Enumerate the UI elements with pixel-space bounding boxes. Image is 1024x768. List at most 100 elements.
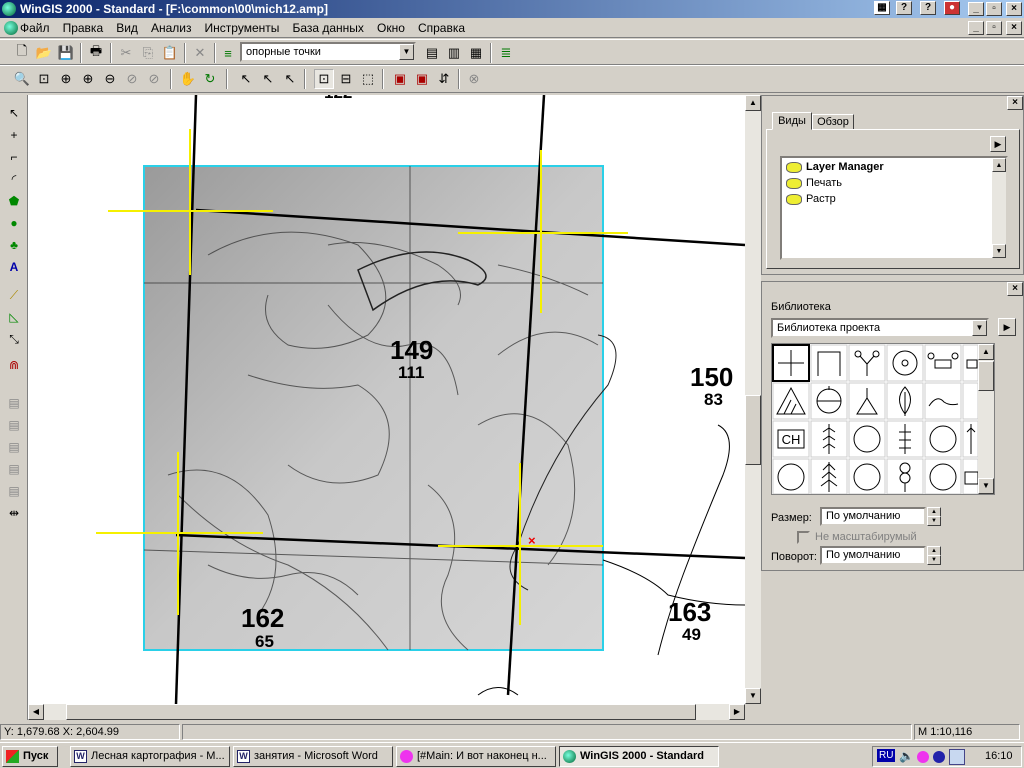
rotation-spinner[interactable]: ▲ ▼ <box>927 546 941 565</box>
taskbar-item[interactable]: W занятия - Microsoft Word <box>233 746 393 767</box>
scroll-up-icon[interactable]: ▲ <box>978 344 994 360</box>
cut-icon[interactable]: ✂ <box>116 43 136 63</box>
print-icon[interactable]: 🖶 <box>86 43 106 63</box>
hscroll-thumb[interactable] <box>66 704 696 720</box>
new-icon[interactable]: 🗋 <box>12 43 32 63</box>
zoom-all-icon[interactable]: ⊕ <box>56 69 76 89</box>
zoom-prev-icon[interactable]: ⊘ <box>122 69 142 89</box>
help-icon[interactable]: ? <box>896 1 912 15</box>
pan-hand-icon[interactable]: ✋ <box>178 69 198 89</box>
rotation-input[interactable]: По умолчанию <box>820 546 926 565</box>
views-item[interactable]: Layer Manager <box>784 160 884 175</box>
close-button[interactable]: × <box>1006 2 1022 16</box>
tool-red1-icon[interactable]: ▣ <box>390 69 410 89</box>
split-icon[interactable]: ⇹ <box>4 503 24 523</box>
measure-icon[interactable]: ⟋ <box>4 285 24 305</box>
keyboard-tray-icon[interactable] <box>949 749 965 765</box>
menu-edit[interactable]: Правка <box>58 18 109 38</box>
layer-list-icon[interactable]: ▦ <box>466 43 486 63</box>
refresh-icon[interactable]: ↻ <box>200 69 220 89</box>
views-scrollbar[interactable]: ▲ ▼ <box>992 158 1006 258</box>
doc-close-button[interactable]: × <box>1006 21 1022 35</box>
views-close-button[interactable]: × <box>1007 96 1023 110</box>
zoom-out-icon[interactable]: ⊖ <box>100 69 120 89</box>
magnet-icon[interactable]: ⋒ <box>4 355 24 375</box>
library-close-button[interactable]: × <box>1007 282 1023 296</box>
scroll-down-icon[interactable]: ▼ <box>992 244 1006 258</box>
delete-icon[interactable]: ✕ <box>190 43 210 63</box>
library-scroll-thumb[interactable] <box>978 361 994 391</box>
snap-line-icon[interactable]: ⊟ <box>336 69 356 89</box>
paste-icon[interactable]: 📋 <box>160 43 180 63</box>
views-item[interactable]: Печать <box>784 176 842 191</box>
scroll-left-icon[interactable]: ◀ <box>28 704 44 720</box>
zoom-in-icon[interactable]: ⊕ <box>78 69 98 89</box>
menu-tools[interactable]: Инструменты <box>200 18 285 38</box>
save-icon[interactable]: 💾 <box>56 43 76 63</box>
taskbar-item[interactable]: [#Main: И вот наконец н... <box>396 746 556 767</box>
pin-icon[interactable]: ▦ <box>874 1 890 15</box>
layer-select-icon[interactable]: ▥ <box>444 43 464 63</box>
speaker-icon[interactable]: 🔈 <box>899 749 914 763</box>
menu-analysis[interactable]: Анализ <box>146 18 197 38</box>
layer-combo[interactable]: опорные точки ▼ <box>240 42 416 62</box>
size-input[interactable]: По умолчанию <box>820 507 926 526</box>
library-menu-arrow-icon[interactable]: ▶ <box>998 318 1016 336</box>
edit4-icon[interactable]: ▤ <box>4 459 24 479</box>
help2-icon[interactable]: ? <box>920 1 936 15</box>
views-item[interactable]: Растр <box>784 192 836 207</box>
map-canvas[interactable]: × 122 149 111 150 83 162 65 163 49 <box>28 95 745 704</box>
snap-area-icon[interactable]: ⬚ <box>358 69 378 89</box>
library-scrollbar[interactable]: ▲ ▼ <box>978 344 994 494</box>
edit3-icon[interactable]: ▤ <box>4 437 24 457</box>
scroll-up-icon[interactable]: ▲ <box>992 158 1006 172</box>
language-indicator[interactable]: RU <box>877 749 896 762</box>
select-arrow2-icon[interactable]: ↖ <box>258 69 278 89</box>
triangle-ruler-icon[interactable]: ◺ <box>4 307 24 327</box>
symbol-library-grid[interactable]: CH ▲ ▼ <box>771 343 995 495</box>
tool-move-icon[interactable]: ⇵ <box>434 69 454 89</box>
symbol-icon[interactable]: ♣ <box>4 235 24 255</box>
network-tray-icon[interactable] <box>933 751 945 763</box>
layers2-icon[interactable]: ≣ <box>496 43 516 63</box>
select-arrow3-icon[interactable]: ↖ <box>280 69 300 89</box>
layer-props-icon[interactable]: ▤ <box>422 43 442 63</box>
snap-point-icon[interactable]: ⊡ <box>314 69 334 89</box>
edit1-icon[interactable]: ▤ <box>4 393 24 413</box>
point-icon[interactable]: + <box>4 125 24 145</box>
app-globe-icon[interactable] <box>2 2 16 16</box>
tool-red2-icon[interactable]: ▣ <box>412 69 432 89</box>
scroll-right-icon[interactable]: ▶ <box>729 704 745 720</box>
polygon-icon[interactable]: ⬟ <box>4 191 24 211</box>
dimension-icon[interactable]: ⤡ <box>4 329 24 349</box>
menu-database[interactable]: База данных <box>287 18 368 38</box>
spin-down-icon[interactable]: ▼ <box>927 555 941 565</box>
chat-tray-icon[interactable] <box>917 751 929 763</box>
scroll-down-icon[interactable]: ▼ <box>745 688 761 704</box>
views-list[interactable]: Layer Manager Печать Растр ▲ ▼ <box>780 156 1008 260</box>
tool-disabled-icon[interactable]: ⊗ <box>464 69 484 89</box>
menu-window[interactable]: Окно <box>372 18 410 38</box>
minimize-button[interactable]: _ <box>968 2 984 16</box>
spin-down-icon[interactable]: ▼ <box>927 516 941 526</box>
map-vertical-scrollbar[interactable]: ▲ ▼ <box>745 95 761 704</box>
select-arrow-icon[interactable]: ↖ <box>236 69 256 89</box>
library-combo[interactable]: Библиотека проекта ▼ <box>771 318 989 338</box>
scroll-down-icon[interactable]: ▼ <box>978 478 994 494</box>
doc-restore-button[interactable]: ▫ <box>986 21 1002 35</box>
size-spinner[interactable]: ▲ ▼ <box>927 507 941 526</box>
maximize-button[interactable]: ▫ <box>986 2 1002 16</box>
edit2-icon[interactable]: ▤ <box>4 415 24 435</box>
open-folder-icon[interactable]: 📂 <box>34 43 54 63</box>
edit5-icon[interactable]: ▤ <box>4 481 24 501</box>
layers-icon[interactable]: ≡ <box>218 43 238 63</box>
menu-help[interactable]: Справка <box>413 18 470 38</box>
chevron-down-icon[interactable]: ▼ <box>972 320 987 336</box>
text-icon[interactable]: A <box>4 257 24 277</box>
circle-icon[interactable]: ● <box>4 213 24 233</box>
copy-icon[interactable]: ⎘ <box>138 43 158 63</box>
views-menu-arrow-icon[interactable]: ▶ <box>990 136 1006 152</box>
menu-view[interactable]: Вид <box>111 18 143 38</box>
tab-overview[interactable]: Обзор <box>812 114 854 130</box>
scroll-up-icon[interactable]: ▲ <box>745 95 761 111</box>
